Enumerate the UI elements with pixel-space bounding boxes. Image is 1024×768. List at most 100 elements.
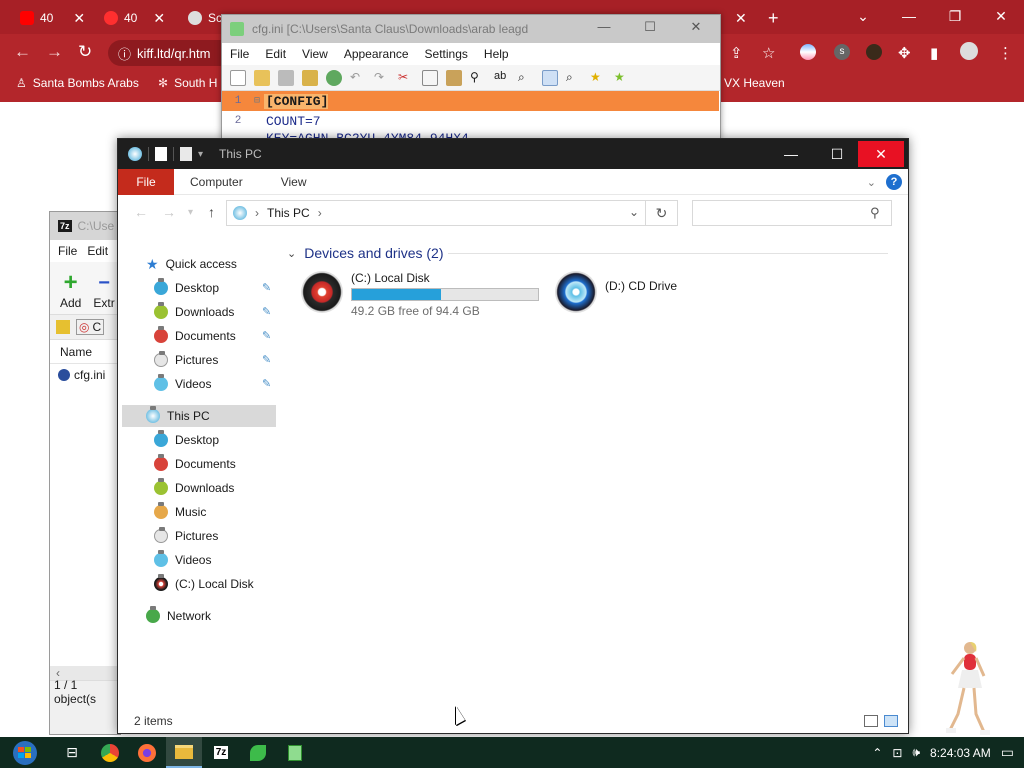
collapse-chevron-icon[interactable]: ⌄ [287, 247, 296, 260]
up-folder-icon[interactable] [56, 320, 70, 334]
tab-view[interactable]: View [263, 175, 327, 189]
close-tab-button[interactable]: ✕ [735, 6, 747, 30]
devices-drives-group-header[interactable]: ⌄ Devices and drives (2) [287, 245, 444, 261]
pin-icon[interactable]: ✎ [262, 353, 271, 366]
indent-guide-icon[interactable]: ⌕ [566, 70, 582, 86]
details-view-icon[interactable] [864, 715, 878, 727]
close-tab-icon[interactable]: ✕ [73, 10, 85, 27]
nav-pc-documents[interactable]: Documents [154, 453, 236, 475]
notification-icon[interactable]: ▭ [1001, 744, 1014, 761]
side-panel-icon[interactable]: ▮ [930, 44, 938, 62]
browser-minimize-button[interactable]: — [886, 0, 932, 32]
sz-menu-edit[interactable]: Edit [87, 244, 108, 258]
browser-tab-1[interactable]: 40 ✕ [20, 6, 85, 30]
sz-extract-button[interactable]: − Extr [93, 272, 114, 310]
nav-pc-local-disk[interactable]: (C:) Local Disk [154, 573, 254, 595]
browser-close-button[interactable]: ✕ [978, 0, 1024, 32]
macro-star-icon[interactable]: ★ [590, 70, 606, 86]
browser-maximize-button[interactable]: ❐ [932, 0, 978, 32]
redo-icon[interactable]: ↷ [374, 70, 390, 86]
forward-arrow-icon[interactable]: → [162, 204, 176, 220]
refresh-button[interactable]: ↻ [646, 200, 678, 226]
wrap-icon[interactable] [542, 69, 558, 86]
save-all-icon[interactable] [302, 69, 318, 86]
nav-quick-pictures[interactable]: Pictures [154, 349, 218, 371]
browser-tab-3[interactable]: Sc [188, 6, 222, 30]
help-icon[interactable]: ? [886, 174, 902, 190]
new-tab-button[interactable]: + [768, 6, 779, 30]
explorer-maximize-button[interactable]: ☐ [814, 141, 860, 167]
nav-quick-downloads[interactable]: Downloads [154, 301, 234, 323]
extension-s-icon[interactable]: s [834, 44, 850, 60]
taskbar-firefox[interactable] [129, 737, 165, 768]
share-icon[interactable]: ⇪ [730, 44, 743, 62]
pin-icon[interactable]: ✎ [262, 329, 271, 342]
taskbar-chrome[interactable] [92, 737, 128, 768]
recent-locations-icon[interactable]: ▾ [188, 207, 193, 218]
notepadpp-maximize-button[interactable]: ☐ [630, 19, 670, 35]
bookmark-santa-bombs-arabs[interactable]: ♙ Santa Bombs Arabs [16, 76, 139, 90]
back-arrow-icon[interactable]: ← [134, 204, 148, 220]
tab-computer[interactable]: Computer [174, 175, 263, 189]
scroll-left-icon[interactable]: ‹ [56, 666, 60, 680]
qat-dropdown-icon[interactable]: ▾ [198, 149, 203, 160]
tab-file[interactable]: File [118, 168, 174, 195]
bookmark-south-h[interactable]: ✻ South H [158, 76, 217, 90]
drive-d-cd-drive[interactable]: (D:) CD Drive [555, 271, 677, 313]
clock[interactable]: 8:24:03 AM [930, 746, 991, 760]
pin-icon[interactable]: ✎ [262, 281, 271, 294]
kebab-menu-icon[interactable]: ⋮ [998, 44, 1013, 62]
taskbar-green-app[interactable] [240, 737, 276, 768]
nav-pc-downloads[interactable]: Downloads [154, 477, 234, 499]
nav-quick-videos[interactable]: Videos [154, 373, 211, 395]
nav-pc-music[interactable]: Music [154, 501, 206, 523]
replace-icon[interactable]: ab [494, 70, 510, 86]
find-icon[interactable]: ⚲ [470, 70, 486, 86]
explorer-close-button[interactable]: ✕ [858, 141, 904, 167]
sz-path-field[interactable]: ◎ C [76, 319, 105, 335]
task-view-icon[interactable]: ⊟ [54, 737, 90, 768]
puzzle-icon[interactable]: ✥ [898, 44, 911, 62]
explorer-minimize-button[interactable]: — [768, 141, 814, 167]
extension-avatar-icon[interactable] [866, 44, 882, 60]
npp-menu-appearance[interactable]: Appearance [344, 47, 409, 61]
fold-marker-icon[interactable]: ⊟ [254, 95, 264, 107]
nav-quick-desktop[interactable]: Desktop [154, 277, 219, 299]
npp-menu-file[interactable]: File [230, 47, 249, 61]
notepadpp-close-button[interactable]: ✕ [676, 19, 716, 35]
breadcrumb-chevron-icon[interactable]: › [318, 206, 322, 220]
sz-menu-file[interactable]: File [58, 244, 77, 258]
properties-icon[interactable] [155, 147, 167, 161]
pin-icon[interactable]: ✎ [262, 305, 271, 318]
explorer-address-bar[interactable]: › This PC › ⌄ [226, 200, 646, 226]
npp-menu-help[interactable]: Help [484, 47, 509, 61]
sz-file-row[interactable]: cfg.ini [50, 364, 120, 386]
close-tab-icon[interactable]: ✕ [153, 10, 165, 27]
search-icon[interactable]: ⚲ [870, 205, 880, 221]
notepadpp-editor[interactable]: 1 ⊟ [CONFIG] 2 COUNT=7 KEY=AGHN-BC2YU-4Y… [222, 91, 720, 139]
profile-avatar-icon[interactable] [960, 42, 978, 60]
up-arrow-icon[interactable]: ↑ [208, 204, 215, 220]
network-icon[interactable]: ⊡ [892, 746, 902, 760]
sz-horizontal-scrollbar[interactable]: ‹ [50, 666, 120, 680]
breadcrumb-chevron-icon[interactable]: › [255, 206, 259, 220]
address-dropdown-icon[interactable]: ⌄ [629, 205, 639, 219]
large-icons-view-icon[interactable] [884, 715, 898, 727]
taskbar-notepadpp[interactable] [277, 737, 313, 768]
pin-icon[interactable]: ✎ [262, 377, 271, 390]
copy-icon[interactable] [422, 69, 438, 86]
browser-tab-search-button[interactable]: ⌄ [840, 0, 886, 32]
nav-pc-pictures[interactable]: Pictures [154, 525, 218, 547]
reload-icon[interactable]: ↻ [78, 42, 92, 62]
nav-quick-access[interactable]: ★ Quick access [146, 253, 237, 275]
start-button[interactable] [10, 740, 40, 766]
drive-c-local-disk[interactable]: (C:) Local Disk 49.2 GB free of 94.4 GB [301, 271, 539, 318]
npp-menu-view[interactable]: View [302, 47, 328, 61]
npp-menu-settings[interactable]: Settings [425, 47, 468, 61]
breadcrumb-this-pc[interactable]: This PC [267, 206, 310, 220]
reload-icon[interactable] [326, 69, 342, 86]
taskbar-file-explorer[interactable] [166, 737, 202, 768]
expand-ribbon-icon[interactable]: ⌄ [867, 176, 876, 189]
nav-pc-desktop[interactable]: Desktop [154, 429, 219, 451]
nav-pc-videos[interactable]: Videos [154, 549, 211, 571]
